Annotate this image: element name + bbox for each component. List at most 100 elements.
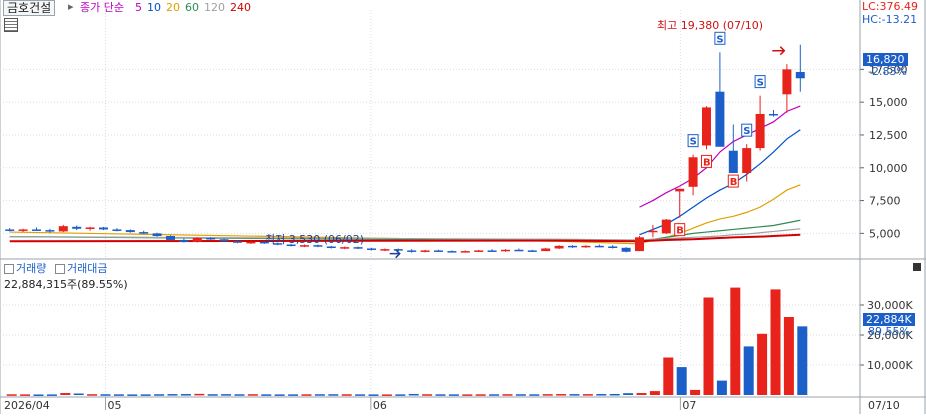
volume-bar (33, 394, 44, 396)
volume-bar (502, 394, 513, 396)
grid-toggle-icon[interactable] (4, 18, 18, 32)
stock-chart: 5,000 7,500 10,000 12,500 15,000 17,500 10,000… (0, 0, 926, 414)
volume-bar (703, 297, 714, 395)
volume-bar (529, 394, 540, 396)
price-tick-label: 5,000 (869, 227, 901, 240)
ma-legend-10: 10 (147, 1, 161, 14)
volume-bar (663, 357, 674, 395)
stock-name-field[interactable]: 금호건설 (3, 0, 56, 16)
volume-bar (395, 394, 406, 396)
volume-checkbox[interactable] (4, 264, 14, 274)
volume-bar (783, 317, 794, 395)
marker-letter: B (730, 177, 738, 188)
volume-bar (422, 394, 433, 396)
marker-letter: S (757, 78, 764, 89)
volume-bar (194, 393, 205, 396)
candle-body (393, 249, 403, 251)
x-tick-label: 2026/04 (4, 399, 50, 412)
volume-bar (247, 394, 258, 396)
volume-bar (448, 394, 459, 396)
volume-tick-label: 30,000K (867, 299, 913, 312)
candle-body (45, 230, 55, 232)
volume-bar (636, 393, 647, 395)
volume-bar (797, 326, 808, 395)
candle-body (702, 107, 711, 146)
volume-bar (515, 394, 526, 396)
candle-body (541, 248, 551, 252)
volume-bar (234, 394, 245, 396)
candle-body (407, 250, 417, 252)
candle-body (782, 69, 792, 95)
low-annotation: 최저 3,530 (06/02) (265, 233, 365, 246)
volume-bar (489, 394, 500, 396)
volume-readout: 22,884,315주(89.55%) (4, 278, 128, 291)
dropdown-arrow-icon[interactable]: ▸ (68, 0, 74, 14)
candle-body (32, 229, 41, 231)
x-tick-label: 05 (108, 399, 122, 412)
volume-bar (113, 394, 124, 396)
candle-body (715, 91, 725, 147)
volume-bar (596, 394, 607, 396)
hc-readout: HC:-13.21 (862, 13, 918, 26)
last-change-label: -2.83% (868, 65, 907, 78)
value-checkbox[interactable] (55, 264, 65, 274)
volume-bar (623, 393, 634, 395)
volume-bar (435, 394, 446, 396)
candle-body (755, 113, 765, 149)
price-tick-label: 12,500 (869, 129, 908, 142)
sell-marker: S (754, 75, 766, 89)
volume-bar (288, 394, 299, 396)
candle-body (795, 71, 805, 79)
candle-body (608, 246, 618, 249)
lc-readout: LC:376.49 (862, 0, 919, 13)
high-annotation: 최고 19,380 (07/10) (657, 19, 764, 32)
volume-bar (46, 394, 57, 396)
candle-body (367, 248, 376, 250)
volume-bar (542, 394, 553, 396)
volume-bar (73, 393, 84, 395)
candle-body (688, 157, 698, 187)
candle-body (594, 245, 604, 248)
candle-body (99, 227, 108, 230)
volume-bar (180, 394, 191, 396)
volume-bar (314, 394, 325, 396)
volume-bar (100, 394, 111, 396)
volume-bar (221, 394, 232, 396)
volume-bar (716, 380, 727, 395)
chart-canvas: 5,0007,50010,00012,50015,00017,50010,000… (0, 0, 926, 414)
ma-period-legend: 5 10 20 60 120 240 (135, 1, 256, 15)
volume-bar (154, 394, 165, 396)
x-tick-label: 07 (682, 399, 696, 412)
sell-marker: S (741, 123, 753, 137)
volume-bar (582, 394, 593, 396)
volume-bar (301, 394, 312, 396)
volume-bar (609, 393, 620, 396)
buy-marker: B (727, 174, 739, 188)
candle-body (18, 229, 28, 231)
volume-bar (743, 346, 754, 395)
ma-legend-240: 240 (230, 1, 251, 14)
candle-body (621, 247, 631, 252)
volume-bar (127, 394, 138, 396)
candle-body (166, 236, 175, 240)
candle-body (554, 245, 564, 249)
buy-marker: B (674, 223, 686, 237)
candle-body (675, 188, 685, 192)
volume-bar (649, 391, 660, 395)
candle-body (139, 232, 149, 234)
candle-body (85, 227, 95, 229)
volume-bar (328, 394, 339, 396)
ma-legend-20: 20 (166, 1, 180, 14)
volume-bar (569, 394, 580, 396)
candle-body (728, 150, 738, 174)
volume-bar (757, 333, 768, 395)
candle-body (742, 148, 752, 174)
candle-body (474, 250, 484, 252)
candle-body (635, 237, 644, 252)
panel-close-icon[interactable] (913, 263, 921, 271)
candle-body (125, 230, 135, 233)
high-arrow (772, 46, 786, 56)
volume-bar (408, 393, 419, 396)
volume-bar (730, 287, 741, 395)
candle-body (340, 247, 350, 249)
